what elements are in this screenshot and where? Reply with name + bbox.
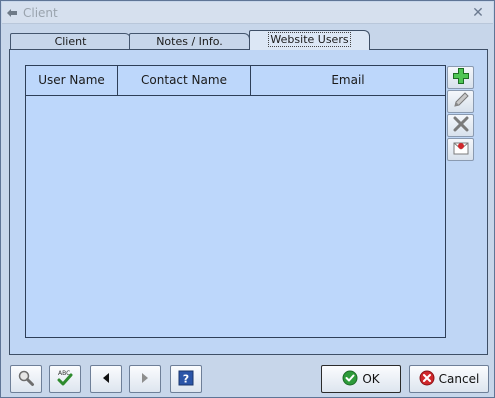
column-header-email[interactable]: Email (251, 66, 445, 95)
search-button[interactable] (10, 365, 42, 393)
tab-client[interactable]: Client (10, 33, 131, 50)
tab-strip: Client Notes / Info. Website Users (1, 30, 495, 50)
delete-user-button[interactable] (447, 114, 474, 137)
spellcheck-icon: ABC (55, 368, 75, 391)
title-bar[interactable]: Client ✕ (2, 2, 493, 24)
tab-website-users[interactable]: Website Users (249, 30, 370, 50)
tab-notes-info[interactable]: Notes / Info. (129, 33, 250, 50)
edit-user-button[interactable] (447, 90, 474, 113)
email-user-button[interactable] (447, 138, 474, 161)
cancel-button[interactable]: Cancel (409, 365, 489, 393)
tab-notes-info-label: Notes / Info. (156, 35, 223, 48)
help-icon: ? (177, 369, 195, 390)
column-header-user-name[interactable]: User Name (26, 66, 118, 95)
column-header-contact-name[interactable]: Contact Name (118, 66, 251, 95)
ok-button[interactable]: OK (321, 365, 401, 393)
cancel-label: Cancel (438, 372, 480, 386)
ok-label: OK (362, 372, 380, 386)
cancel-x-icon (419, 370, 435, 389)
client-window: Client ✕ Client Notes / Info. Website Us… (0, 0, 495, 398)
svg-text:?: ? (183, 372, 189, 385)
app-icon (5, 6, 19, 20)
ok-check-icon (342, 370, 358, 389)
previous-icon (99, 371, 113, 388)
delete-icon (452, 115, 470, 136)
previous-button[interactable] (90, 365, 122, 393)
tab-website-users-label: Website Users (268, 32, 351, 47)
email-icon (452, 139, 470, 160)
spellcheck-button[interactable]: ABC (49, 365, 81, 393)
add-user-button[interactable] (447, 66, 474, 89)
next-button[interactable] (129, 365, 161, 393)
window-title: Client (23, 6, 58, 20)
help-button[interactable]: ? (170, 365, 202, 393)
grid-header: User Name Contact Name Email (26, 66, 445, 96)
next-icon (138, 371, 152, 388)
website-users-grid[interactable]: User Name Contact Name Email (25, 65, 446, 338)
add-icon (452, 67, 470, 88)
edit-icon (452, 91, 470, 112)
search-icon (17, 369, 35, 390)
tab-client-label: Client (54, 35, 87, 48)
close-icon[interactable]: ✕ (470, 5, 486, 21)
